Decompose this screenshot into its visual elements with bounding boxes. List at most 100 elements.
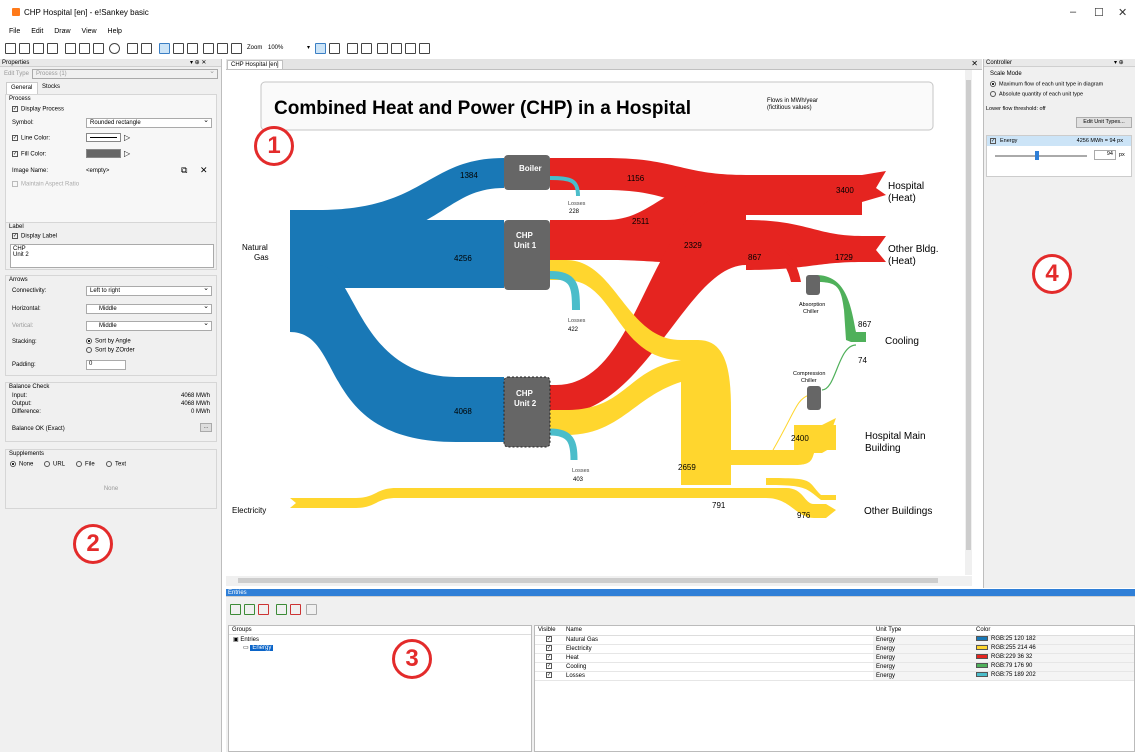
vertical-combo[interactable]: Middle [86,320,212,331]
padding-spinner[interactable]: 0 [86,360,126,370]
display-process-row[interactable]: ✓ Display Process [12,106,64,113]
process-tool-icon[interactable] [173,43,184,54]
menu-draw[interactable]: Draw [54,28,70,35]
entry-unit[interactable]: Energy [873,644,973,653]
fill-color-row[interactable]: ✓ Fill Color: [12,151,46,158]
new-icon[interactable] [5,43,16,54]
cut-icon[interactable] [65,43,76,54]
visible-checkbox[interactable]: ✓ [535,671,563,680]
open-icon[interactable] [19,43,30,54]
entry-unit[interactable]: Energy [873,671,973,680]
table-row[interactable]: ✓ Cooling Energy RGB:79 176 90 [535,662,1134,671]
node-chp2[interactable] [503,376,551,448]
redo-icon[interactable] [141,43,152,54]
menu-view[interactable]: View [82,28,97,35]
supplement-text-radio[interactable]: Text [106,461,126,468]
line-color-dropdown-icon[interactable]: ▷ [124,133,130,142]
zoom-combo[interactable]: 100% [268,45,306,51]
menu-edit[interactable]: Edit [31,28,43,35]
supplement-none-radio[interactable]: None [10,461,33,468]
table-row[interactable]: ✓ Heat Energy RGB:229 36 32 [535,653,1134,662]
menu-help[interactable]: Help [108,28,122,35]
paste-icon[interactable] [93,43,104,54]
entry-unit[interactable]: Energy [873,635,973,644]
entry-color[interactable]: RGB:229 36 32 [973,653,1134,662]
horizontal-scrollbar[interactable] [226,576,972,586]
entry-color[interactable]: RGB:255 214 46 [973,644,1134,653]
diagram-canvas[interactable]: Combined Heat and Power (CHP) in a Hospi… [226,70,982,587]
entry-unit[interactable]: Energy [873,662,973,671]
table-row[interactable]: ✓ Natural Gas Energy RGB:25 120 182 [535,635,1134,644]
copy-icon[interactable] [79,43,90,54]
scale-slider-thumb[interactable] [1034,151,1039,160]
document-tab[interactable]: CHP Hospital [en] [227,60,283,70]
fill-color-dropdown-icon[interactable]: ▷ [124,149,130,158]
visible-checkbox[interactable]: ✓ [535,662,563,671]
grid-icon[interactable] [329,43,340,54]
arrange2-icon[interactable] [391,43,402,54]
edit-type-combo[interactable]: Process (1) [32,68,218,79]
px-input[interactable]: 94 [1094,150,1116,160]
browse-image-icon[interactable]: ⧉ [181,165,187,176]
entry-color[interactable]: RGB:79 176 90 [973,662,1134,671]
controller-pin-icon[interactable]: ▾ ⊕ [1114,59,1124,66]
symbol-combo[interactable]: Rounded rectangle [86,117,212,128]
display-label-row[interactable]: ✓ Display Label [12,233,57,240]
visible-checkbox[interactable]: ✓ [535,644,563,653]
maintain-aspect-row[interactable]: Maintain Aspect Ratio [12,181,79,188]
edit-unit-icon[interactable] [306,604,317,615]
tab-stocks[interactable]: Stocks [42,84,60,90]
image-tool-icon[interactable] [217,43,228,54]
close-doc-icon[interactable]: ✕ [971,59,978,68]
visible-checkbox[interactable]: ✓ [535,635,563,644]
entry-name[interactable]: Heat [563,653,873,662]
delete-entry-icon[interactable] [258,604,269,615]
text-tool-icon[interactable] [231,43,242,54]
line-color-swatch[interactable] [86,133,121,142]
horizontal-combo[interactable]: Middle [86,303,212,314]
fill-color-swatch[interactable] [86,149,121,158]
tab-general[interactable]: General [6,82,38,94]
scale-max-radio[interactable]: Maximum flow of each unit type in diagra… [990,81,1103,87]
supplement-url-radio[interactable]: URL [44,461,65,468]
view2-icon[interactable] [361,43,372,54]
supplement-file-radio[interactable]: File [76,461,95,468]
close-button[interactable]: ✕ [1118,6,1127,19]
entry-name[interactable]: Electricity [563,644,873,653]
edit-unit-types-button[interactable]: Edit Unit Types... [1076,117,1132,128]
visible-checkbox[interactable]: ✓ [535,653,563,662]
table-row[interactable]: ✓ Electricity Energy RGB:255 214 46 [535,644,1134,653]
add-group-icon[interactable] [230,604,241,615]
node-compression-chiller[interactable] [807,386,821,410]
energy-row[interactable]: ✓ Energy 4256 MWh = 94 px [987,136,1131,146]
view1-icon[interactable] [347,43,358,54]
maximize-button[interactable]: ☐ [1094,6,1104,19]
entry-name[interactable]: Natural Gas [563,635,873,644]
arrange1-icon[interactable] [377,43,388,54]
stacking-angle-radio[interactable]: Sort by Angle [86,338,131,345]
entry-name[interactable]: Cooling [563,662,873,671]
checkbox-icon[interactable]: ✓ [12,106,18,112]
process2-tool-icon[interactable] [187,43,198,54]
find-icon[interactable] [109,43,120,54]
scale-slider[interactable] [995,151,1087,160]
connectivity-combo[interactable]: Left to right [86,285,212,296]
node-absorption-chiller[interactable] [806,275,820,295]
zoom-dropdown-icon[interactable]: ▾ [307,44,310,51]
pin-icon[interactable]: ▾ ⊕ ✕ [190,59,206,66]
pointer-icon[interactable] [159,43,170,54]
tree-child-energy[interactable]: ▭ Energy [229,644,531,651]
vertical-scrollbar[interactable] [965,70,972,575]
delete-unit-icon[interactable] [290,604,301,615]
entry-color[interactable]: RGB:25 120 182 [973,635,1134,644]
line-color-row[interactable]: ✓ Line Color: [12,135,50,142]
col-visible[interactable]: Visible [535,626,563,635]
print-icon[interactable] [47,43,58,54]
balance-details-button[interactable]: … [200,423,212,432]
add-entry-icon[interactable] [244,604,255,615]
save-icon[interactable] [33,43,44,54]
scale-absolute-radio[interactable]: Absolute quantity of each unit type [990,91,1083,97]
tree-root[interactable]: ▣ Entries [229,635,531,644]
entry-color[interactable]: RGB:75 189 202 [973,671,1134,680]
undo-icon[interactable] [127,43,138,54]
